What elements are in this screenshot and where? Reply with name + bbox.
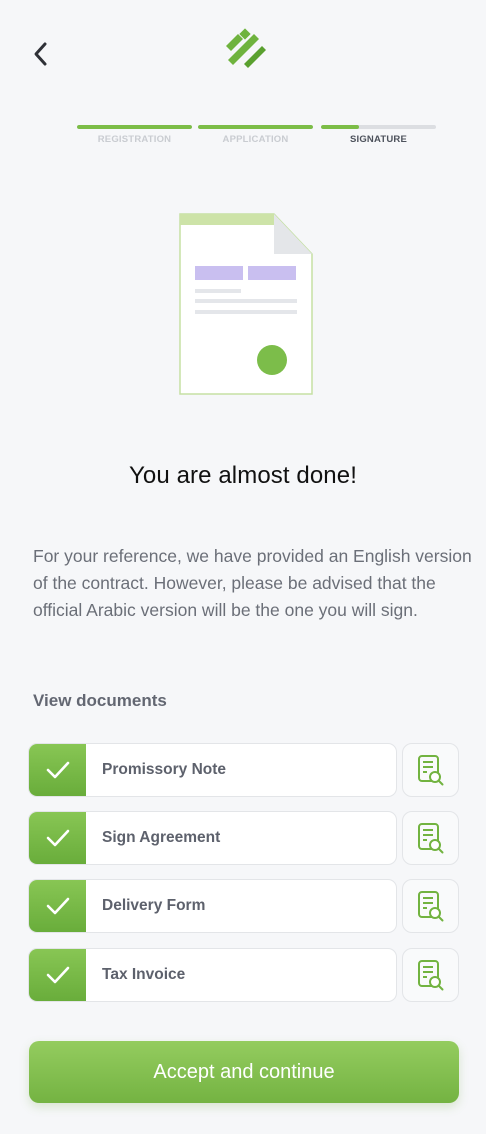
step-label: REGISTRATION: [97, 134, 172, 145]
document-item-promissory-note[interactable]: Promissory Note: [28, 743, 397, 797]
checkmark-icon: [46, 897, 69, 915]
document-item-sign-agreement[interactable]: Sign Agreement: [28, 811, 397, 865]
document-item-delivery-form[interactable]: Delivery Form: [28, 879, 397, 933]
info-text: For your reference, we have provided an …: [33, 546, 472, 620]
step-registration: REGISTRATION: [77, 125, 192, 147]
back-button[interactable]: [24, 38, 56, 70]
view-document-button[interactable]: [402, 811, 459, 865]
document-label: Delivery Form: [102, 897, 206, 914]
checkbox-checked[interactable]: [29, 744, 86, 796]
brand-logo-icon: [226, 28, 266, 68]
view-document-button[interactable]: [402, 879, 459, 933]
step-label: SIGNATURE: [349, 134, 408, 145]
document-search-icon: [417, 891, 443, 922]
step-signature: SIGNATURE: [321, 125, 436, 147]
document-row: Delivery Form: [28, 879, 459, 933]
step-application: APPLICATION: [198, 125, 313, 147]
document-label: Promissory Note: [102, 761, 227, 778]
document-row: Tax Invoice: [28, 948, 459, 1002]
view-document-button[interactable]: [402, 743, 459, 797]
step-label: APPLICATION: [222, 134, 289, 145]
section-title: View documents: [33, 691, 167, 710]
view-document-button[interactable]: [402, 948, 459, 1002]
chevron-left-icon: [34, 42, 47, 66]
checkmark-icon: [46, 761, 69, 779]
checkmark-icon: [46, 829, 69, 847]
document-search-icon: [417, 755, 443, 786]
document-label: Tax Invoice: [102, 966, 186, 983]
checkbox-checked[interactable]: [29, 949, 86, 1001]
document-item-tax-invoice[interactable]: Tax Invoice: [28, 948, 397, 1002]
checkbox-checked[interactable]: [29, 812, 86, 864]
document-row: Sign Agreement: [28, 811, 459, 865]
document-label: Sign Agreement: [102, 829, 221, 846]
progress-stepper: REGISTRATION APPLICATION SIGNATURE: [77, 125, 437, 147]
document-search-icon: [417, 823, 443, 854]
checkbox-checked[interactable]: [29, 880, 86, 932]
contract-document-illustration: [179, 213, 313, 395]
accept-and-continue-button[interactable]: Accept and continue: [29, 1041, 459, 1103]
page-title: You are almost done!: [129, 462, 357, 489]
checkmark-icon: [46, 966, 69, 984]
document-row: Promissory Note: [28, 743, 459, 797]
document-search-icon: [417, 960, 443, 991]
